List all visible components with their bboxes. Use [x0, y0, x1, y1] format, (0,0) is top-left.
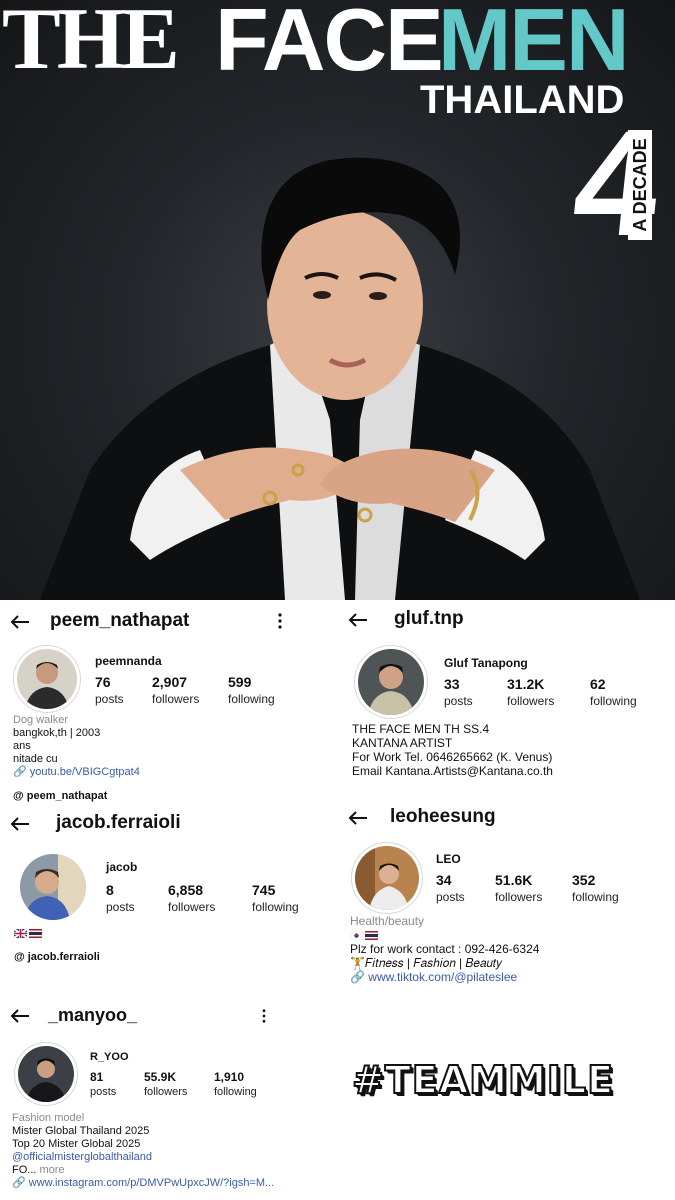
title-men: MEN: [438, 0, 630, 89]
followers-stat[interactable]: 31.2K followers: [507, 676, 554, 708]
display-name: peemnanda: [95, 654, 162, 668]
korea-flag-icon: [350, 931, 363, 940]
link-icon: 🔗: [12, 1177, 26, 1189]
followers-stat[interactable]: 51.6K followers: [495, 872, 542, 904]
threads-badge[interactable]: @ jacob.ferraioli: [14, 951, 100, 963]
display-name: R_YOO: [90, 1051, 129, 1063]
thailand-flag-icon: [29, 929, 42, 938]
threads-icon: @: [13, 790, 24, 802]
following-stat[interactable]: 1,910 following: [214, 1070, 257, 1098]
profile-link[interactable]: 🔗 www.tiktok.com/@pilateslee: [350, 970, 539, 984]
back-arrow-icon[interactable]: [348, 810, 368, 826]
poster-image: THE FACE MEN THAILAND 4 A DECADE: [0, 0, 675, 600]
profile-card-peem: peem_nathapat peemnanda 76 posts 2,907 fol…: [0, 600, 337, 808]
following-stat[interactable]: 352 following: [572, 872, 619, 904]
back-arrow-icon[interactable]: [348, 612, 368, 628]
avatar-photo: [20, 854, 86, 920]
profile-card-jacob: jacob.ferraioli jacob 8 posts 6,858 follow…: [0, 808, 337, 978]
link-icon: 🔗: [350, 970, 365, 984]
profile-handle: jacob.ferraioli: [56, 812, 181, 833]
profile-flags: [14, 928, 44, 941]
avatar[interactable]: [354, 645, 428, 719]
season-tag: A DECADE: [628, 130, 652, 240]
more-options-icon[interactable]: [278, 613, 282, 629]
profile-category: Dog walker: [13, 714, 69, 726]
display-name: jacob: [106, 860, 138, 874]
back-arrow-icon[interactable]: [10, 1008, 30, 1024]
posts-stat[interactable]: 34 posts: [436, 872, 465, 904]
avatar[interactable]: [14, 1042, 78, 1106]
avatar-photo: [358, 649, 424, 715]
back-arrow-icon[interactable]: [10, 614, 30, 630]
profile-link[interactable]: 🔗 youtu.be/VBIGCgtpat4: [13, 766, 140, 779]
avatar-photo: [18, 1046, 74, 1102]
following-stat[interactable]: 745 following: [252, 882, 299, 914]
followers-stat[interactable]: 2,907 followers: [152, 674, 199, 706]
profile-handle: peem_nathapat: [50, 610, 190, 631]
posts-stat[interactable]: 76 posts: [95, 674, 124, 706]
following-stat[interactable]: 599 following: [228, 674, 275, 706]
more-options-icon[interactable]: [262, 1009, 266, 1023]
title-face: FACE: [215, 0, 444, 89]
following-stat[interactable]: 62 following: [590, 676, 637, 708]
threads-icon: @: [14, 951, 25, 963]
followers-stat[interactable]: 55.9K followers: [144, 1070, 187, 1098]
avatar-photo: [17, 649, 77, 709]
profile-category: Health/beauty: [350, 914, 425, 928]
profile-handle: _manyoo_: [48, 1005, 138, 1025]
display-name: LEO: [436, 852, 461, 866]
back-arrow-icon[interactable]: [10, 816, 30, 832]
show-title: THE FACE MEN: [0, 0, 675, 86]
avatar[interactable]: [13, 645, 81, 713]
posts-stat[interactable]: 81 posts: [90, 1070, 116, 1098]
profile-bio: Health/beauty Plz for work contact : 092…: [350, 914, 540, 984]
threads-badge[interactable]: @ peem_nathapat: [13, 790, 107, 802]
profile-handle: leoheesung: [390, 806, 496, 827]
title-the: THE: [2, 0, 180, 88]
followers-stat[interactable]: 6,858 followers: [168, 882, 215, 914]
profile-card-gluf: gluf.tnp Gluf Tanapong 33 posts 31.2K foll…: [338, 600, 675, 790]
avatar[interactable]: [351, 842, 423, 914]
posts-stat[interactable]: 8 posts: [106, 882, 135, 914]
more-link[interactable]: more: [40, 1164, 65, 1176]
profile-handle: gluf.tnp: [394, 608, 464, 629]
team-hashtag: #TEAMMILE: [351, 1057, 615, 1103]
avatar-photo: [355, 846, 419, 910]
profile-mention[interactable]: @officialmisterglobalthailand: [12, 1151, 274, 1164]
uk-flag-icon: [14, 929, 27, 938]
link-icon: 🔗: [13, 766, 27, 778]
display-name: Gluf Tanapong: [444, 656, 528, 670]
thailand-flag-icon: [365, 931, 378, 940]
profile-bio: THE FACE MEN TH SS.4 KANTANA ARTIST For …: [352, 722, 553, 778]
profile-bio: Dog walker bangkok,th | 2003 ans nitade …: [13, 714, 140, 779]
profile-bio: Fashion model Mister Global Thailand 202…: [12, 1112, 275, 1190]
avatar[interactable]: [17, 851, 89, 923]
profile-category: Fashion model: [12, 1112, 85, 1124]
posts-stat[interactable]: 33 posts: [444, 676, 473, 708]
profile-card-manyoo: _manyoo_ R_YOO 81 posts 55.9K followers 1,…: [0, 1000, 337, 1200]
profile-link[interactable]: 🔗 www.instagram.com/p/DMVPwUpxcJW/?igsh=…: [12, 1177, 274, 1190]
profile-card-leo: leoheesung LEO 34 posts 51.6K followers 35…: [338, 800, 675, 990]
